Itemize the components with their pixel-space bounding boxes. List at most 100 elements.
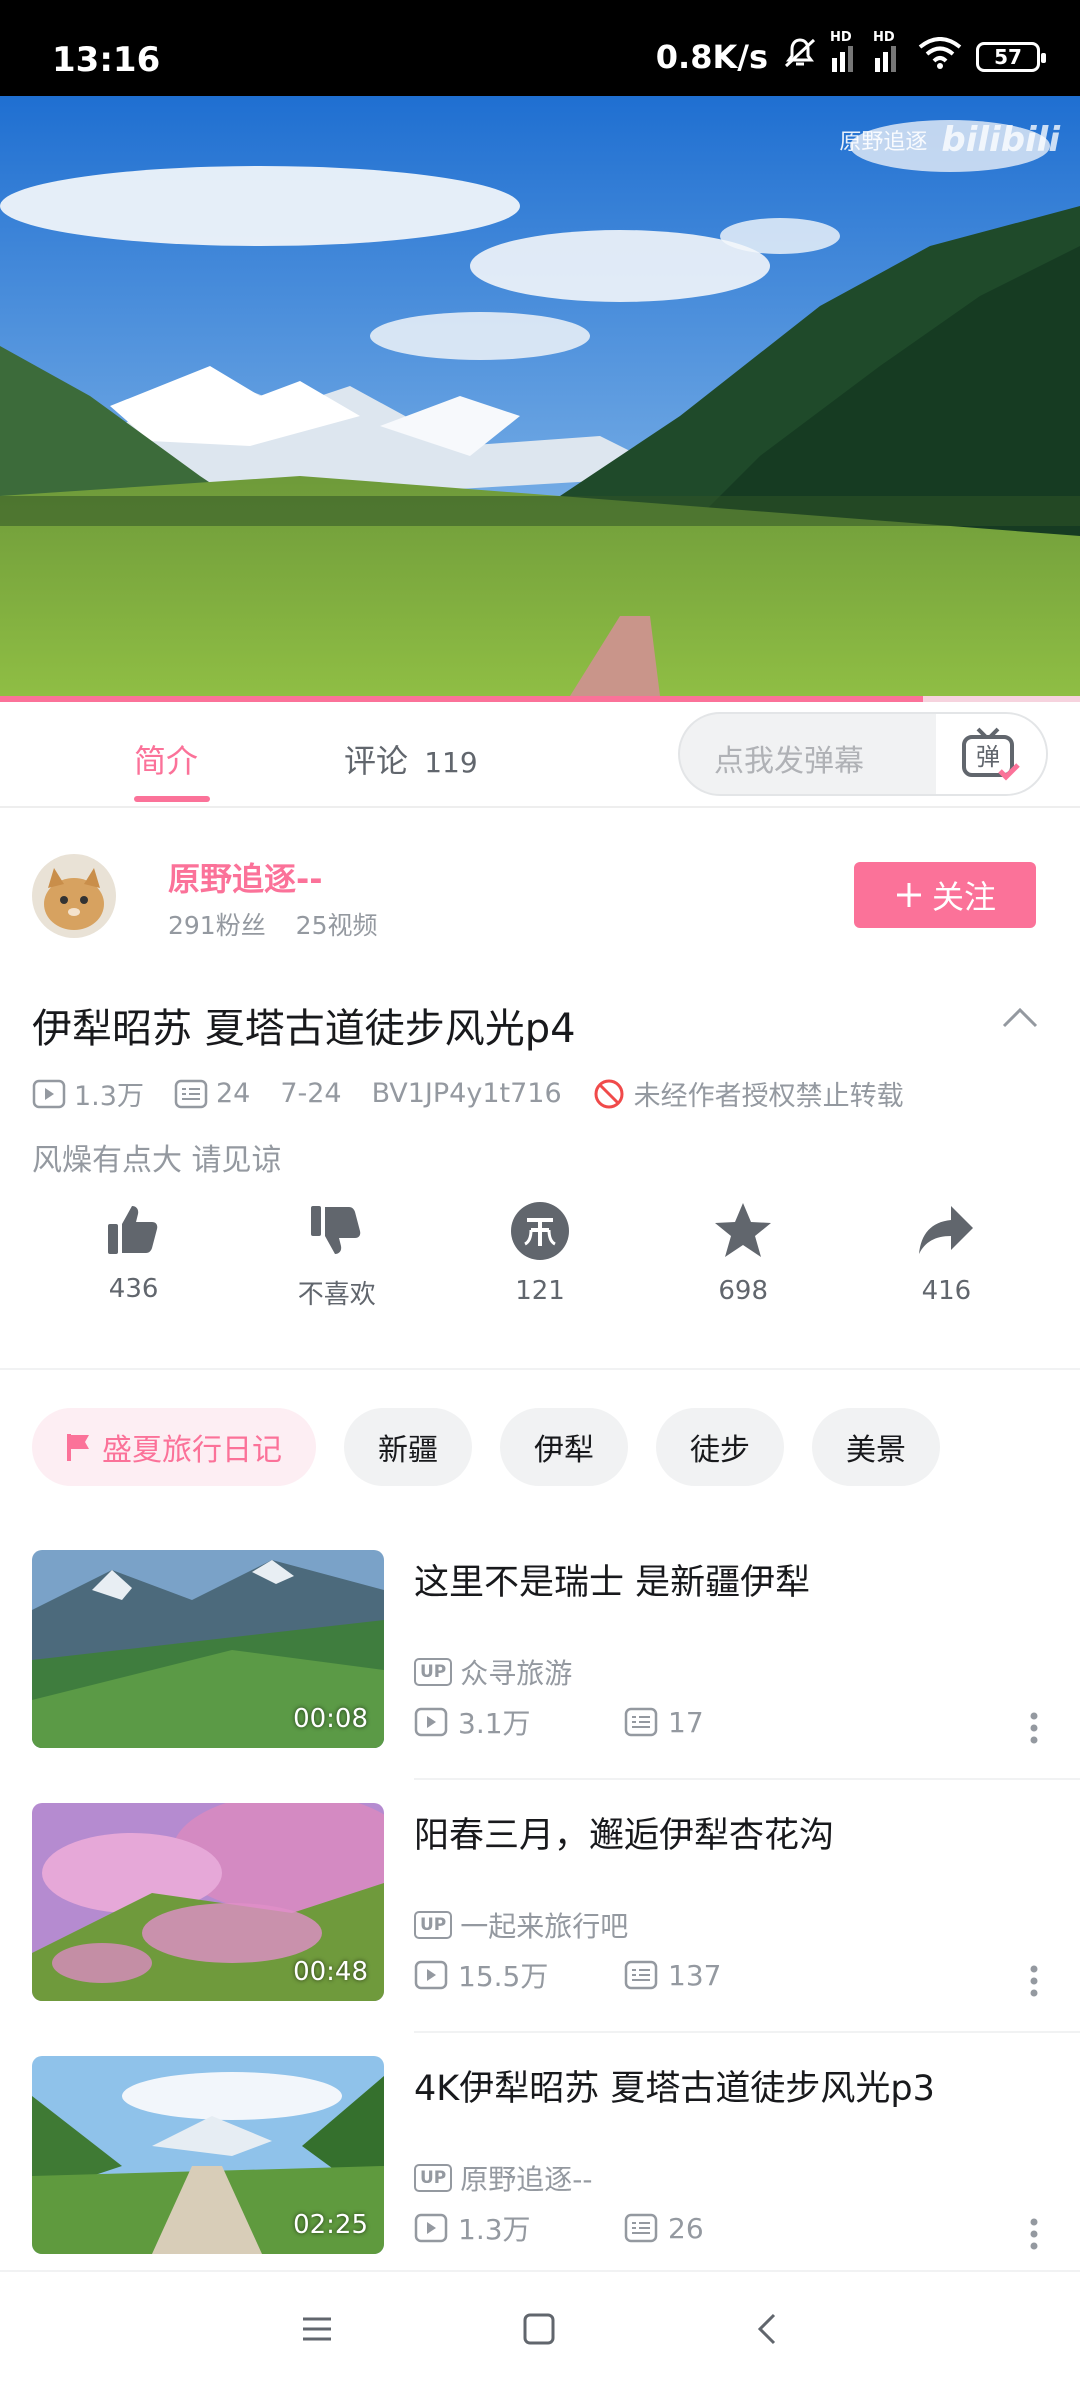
view-count: 1.3万 xyxy=(74,1081,144,1112)
danmaku-count-icon xyxy=(624,2213,658,2243)
danmaku-count-icon xyxy=(624,1707,658,1737)
uploader-videos: 25视频 xyxy=(295,911,378,940)
uploader-name[interactable]: 原野追逐-- xyxy=(168,854,323,900)
tab-comments[interactable]: 评论 119 xyxy=(344,736,478,782)
star-icon xyxy=(715,1203,772,1257)
like-count: 436 xyxy=(108,1274,159,1304)
publish-date: 7-24 xyxy=(280,1078,342,1109)
mute-icon xyxy=(782,36,818,78)
play-count-icon xyxy=(32,1079,66,1108)
uploader-fans: 291粉丝 xyxy=(168,911,266,940)
related-views: 3.1万 xyxy=(458,1707,531,1740)
danmaku-count: 24 xyxy=(215,1078,251,1109)
status-bar: 13:16 0.8K/s HD HD 57 xyxy=(0,0,1080,96)
tab-comments-label: 评论 xyxy=(344,742,409,780)
wifi-icon xyxy=(918,37,962,77)
video-frame xyxy=(0,96,1080,696)
play-count-icon xyxy=(414,1707,448,1737)
tag-list: 盛夏旅行日记 新疆 伊犁 徒步 美景 xyxy=(32,1408,940,1486)
video-thumbnail[interactable]: 00:48 xyxy=(32,1803,384,2001)
favorite-button[interactable]: 698 xyxy=(642,1200,845,1320)
related-uploader: 众寻旅游 xyxy=(460,1657,573,1690)
chevron-up-icon[interactable] xyxy=(1000,1004,1040,1034)
plus-icon xyxy=(896,883,921,907)
home-icon[interactable] xyxy=(522,2312,556,2350)
related-title: 阳春三月，邂逅伊犁杏花沟 xyxy=(414,1816,835,1856)
tab-indicator xyxy=(134,796,210,802)
related-video[interactable]: 00:48 阳春三月，邂逅伊犁杏花沟 UP 一起来旅行吧 15.5万 137 xyxy=(0,1803,1080,2055)
uploader-stats: 291粉丝 25视频 xyxy=(168,906,377,942)
tag-item[interactable]: 新疆 xyxy=(344,1408,472,1486)
related-danmaku: 26 xyxy=(668,2211,704,2245)
forbidden-icon xyxy=(594,1079,624,1108)
video-description: 风燥有点大 请见谅 xyxy=(32,1143,282,1178)
danmaku-count-icon xyxy=(174,1079,208,1108)
related-danmaku: 137 xyxy=(668,1958,722,1992)
tab-intro[interactable]: 简介 xyxy=(134,736,198,782)
bv-id[interactable]: BV1JP4y1t716 xyxy=(372,1078,562,1109)
list-divider xyxy=(414,2031,1080,2033)
follow-label: 关注 xyxy=(931,878,996,916)
dislike-label: 不喜欢 xyxy=(297,1280,376,1310)
tag-item[interactable]: 徒步 xyxy=(656,1408,784,1486)
related-danmaku: 17 xyxy=(668,1705,704,1739)
play-count-icon xyxy=(414,1960,448,1990)
video-title: 伊犁昭苏 夏塔古道徒步风光p4 xyxy=(32,1006,576,1052)
video-duration: 00:08 xyxy=(293,1704,368,1734)
tag-item[interactable]: 美景 xyxy=(812,1408,940,1486)
up-badge-icon: UP xyxy=(414,2164,453,2192)
video-player[interactable]: 原野追逐 bilibili xyxy=(0,96,1080,696)
up-badge-icon: UP xyxy=(414,1658,453,1686)
danmaku-toggle-button[interactable]: 弹 xyxy=(936,714,1046,794)
menu-icon[interactable] xyxy=(300,2312,334,2350)
video-meta: 1.3万 24 7-24 BV1JP4y1t716 未经作者授权禁止转载 xyxy=(32,1074,934,1113)
up-badge-icon: UP xyxy=(414,1911,453,1939)
video-duration: 02:25 xyxy=(293,2210,368,2240)
related-title: 这里不是瑞士 是新疆伊犁 xyxy=(414,1563,811,1603)
share-icon xyxy=(919,1206,974,1254)
danmaku-count-icon xyxy=(624,1960,658,1990)
tag-event[interactable]: 盛夏旅行日记 xyxy=(32,1408,316,1486)
back-icon[interactable] xyxy=(752,2312,782,2350)
related-uploader: 一起来旅行吧 xyxy=(460,1910,629,1943)
list-divider xyxy=(414,1778,1080,1780)
play-count-icon xyxy=(414,2213,448,2243)
battery-icon: 57 xyxy=(976,42,1046,72)
avatar[interactable] xyxy=(32,854,116,938)
related-uploader: 原野追逐-- xyxy=(460,2163,593,2196)
tag-item[interactable]: 伊犁 xyxy=(500,1408,628,1486)
more-options-icon[interactable] xyxy=(1028,2216,1040,2256)
coin-button[interactable]: 121 xyxy=(438,1200,641,1320)
related-views: 15.5万 xyxy=(458,1960,549,1993)
video-thumbnail[interactable]: 00:08 xyxy=(32,1550,384,1748)
related-title: 4K伊犁昭苏 夏塔古道徒步风光p3 xyxy=(414,2069,935,2109)
watermark-text: 原野追逐 xyxy=(839,130,928,155)
follow-button[interactable]: 关注 xyxy=(854,862,1036,928)
system-nav-bar xyxy=(0,2270,1080,2400)
coin-icon xyxy=(511,1202,569,1260)
more-options-icon[interactable] xyxy=(1028,1710,1040,1750)
share-button[interactable]: 416 xyxy=(845,1200,1048,1320)
flag-icon xyxy=(67,1434,89,1461)
more-options-icon[interactable] xyxy=(1028,1963,1040,2003)
svg-text:弹: 弹 xyxy=(976,743,1000,771)
like-button[interactable]: 436 xyxy=(32,1200,235,1320)
action-bar: 436 不喜欢 121 698 416 xyxy=(32,1200,1048,1320)
tab-comments-count: 119 xyxy=(424,746,478,779)
signal-icon: HD xyxy=(873,30,904,72)
tag-label: 盛夏旅行日记 xyxy=(102,1433,282,1468)
signal-icon: HD xyxy=(830,30,861,72)
dislike-button[interactable]: 不喜欢 xyxy=(235,1200,438,1320)
copyright-notice: 未经作者授权禁止转载 xyxy=(633,1081,904,1112)
danmaku-placeholder: 点我发弹幕 xyxy=(714,744,864,779)
section-divider xyxy=(0,1368,1080,1370)
status-time: 13:16 xyxy=(52,40,161,80)
danmaku-tv-icon: 弹 xyxy=(962,727,1020,781)
network-speed: 0.8K/s xyxy=(655,38,768,76)
video-thumbnail[interactable]: 02:25 xyxy=(32,2056,384,2254)
danmaku-input[interactable]: 点我发弹幕 弹 xyxy=(678,712,1048,796)
thumbs-up-icon xyxy=(107,1206,157,1254)
watermark-logo: bilibili xyxy=(941,120,1060,160)
share-count: 416 xyxy=(921,1276,972,1306)
related-video[interactable]: 00:08 这里不是瑞士 是新疆伊犁 UP 众寻旅游 3.1万 17 xyxy=(0,1550,1080,1802)
